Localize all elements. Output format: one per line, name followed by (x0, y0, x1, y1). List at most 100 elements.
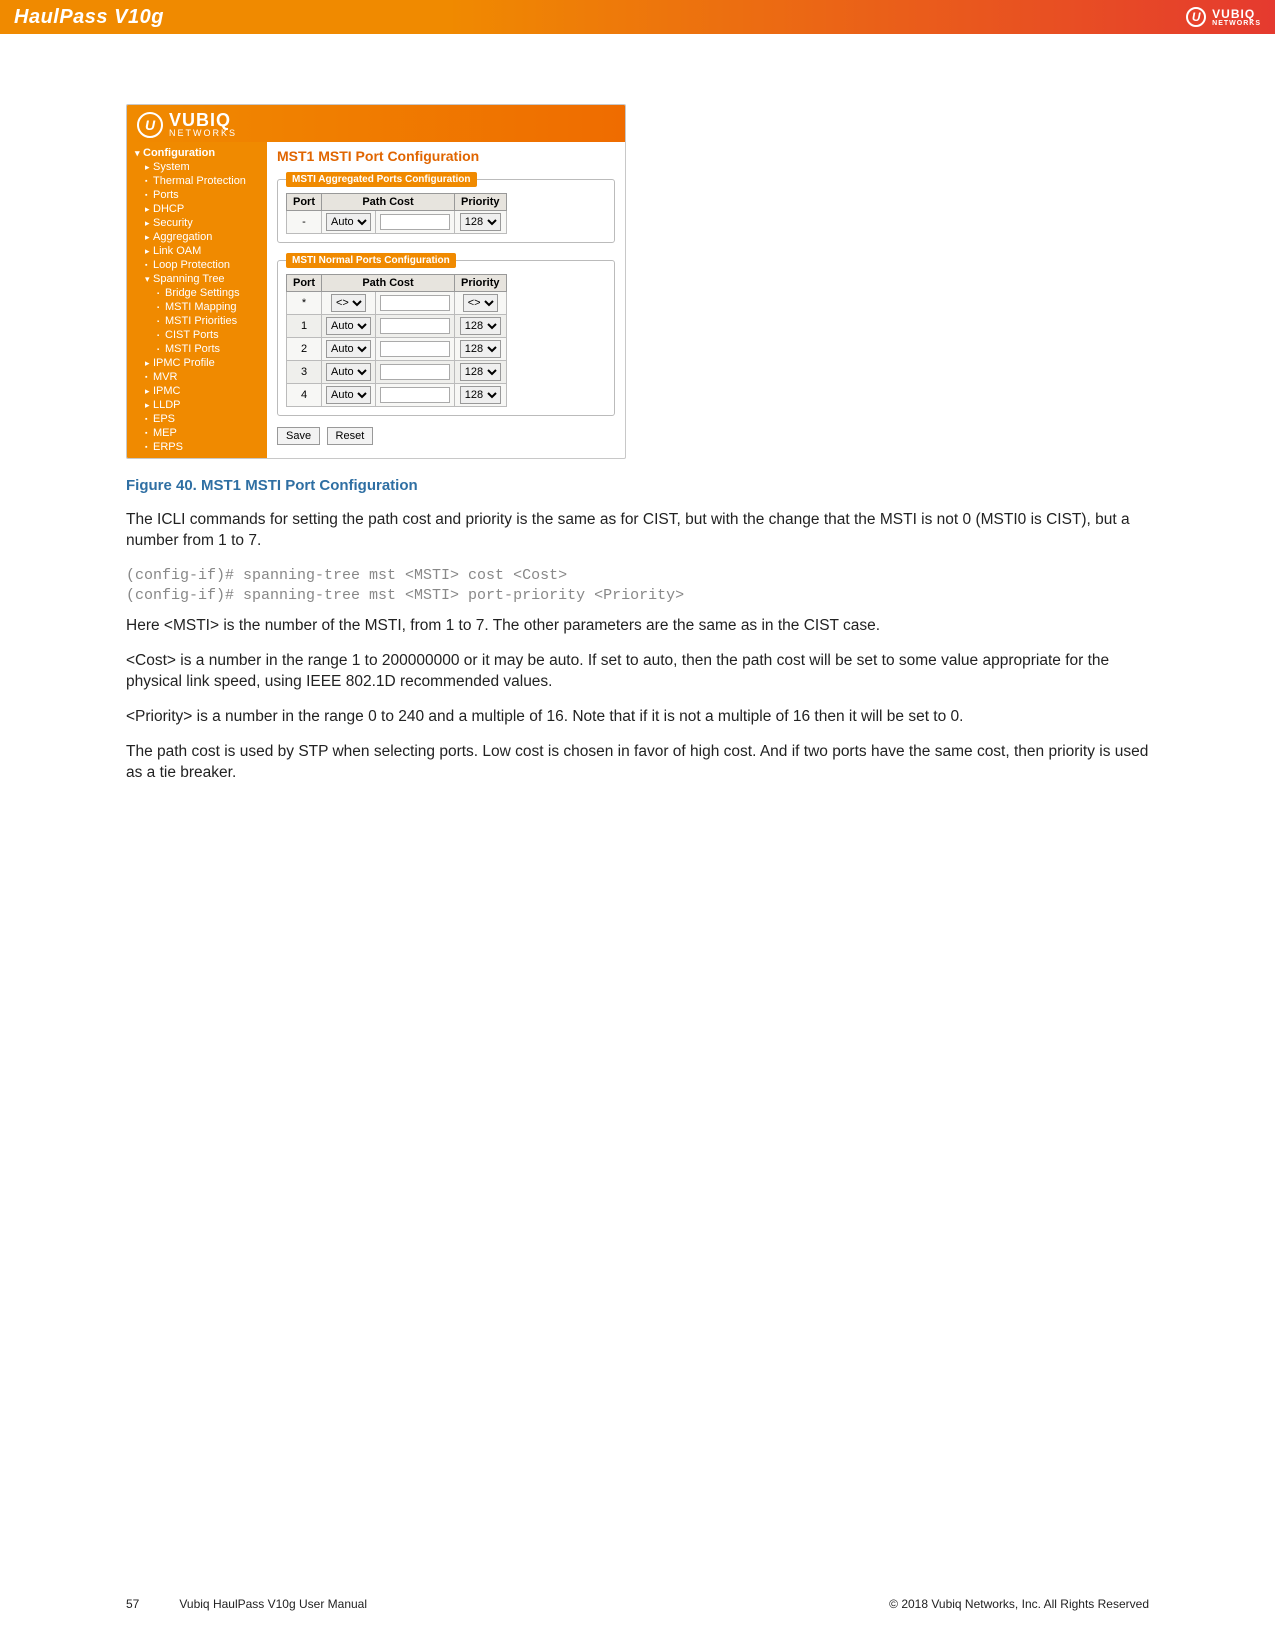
sidebar-item[interactable]: Configuration (131, 146, 263, 160)
sidebar-item[interactable]: IPMC (131, 384, 263, 398)
sidebar-item[interactable]: LLDP (131, 398, 263, 412)
logo-text-line2: NETWORKS (1212, 20, 1261, 27)
save-button[interactable]: Save (277, 427, 320, 445)
sidebar-item-label: EPS (153, 413, 175, 425)
port-cell: - (287, 211, 322, 234)
port-cell: 4 (287, 384, 322, 407)
pathcost-input[interactable] (380, 214, 450, 230)
priority-select[interactable]: 128 (460, 340, 501, 358)
sidebar-item-label: Aggregation (153, 231, 212, 243)
fieldset-normal: MSTI Normal Ports Configuration Port Pat… (277, 253, 615, 416)
pathcost-input[interactable] (380, 364, 450, 380)
sidebar-item-label: IPMC (153, 385, 181, 397)
bullet-icon (157, 330, 165, 340)
chevron-right-icon (145, 218, 153, 229)
sidebar-item[interactable]: DHCP (131, 202, 263, 216)
col-pathcost: Path Cost (322, 194, 455, 211)
paragraph: The ICLI commands for setting the path c… (126, 510, 1149, 552)
chevron-right-icon (145, 204, 153, 215)
sidebar-item[interactable]: System (131, 160, 263, 174)
vubiq-logo: U VUBIQ NETWORKS (1186, 7, 1261, 27)
sidebar-item-label: MSTI Ports (165, 343, 220, 355)
sidebar-item-label: Security (153, 217, 193, 229)
paragraph: <Cost> is a number in the range 1 to 200… (126, 651, 1149, 693)
sidebar-item[interactable]: Security (131, 216, 263, 230)
priority-select[interactable]: 128 (460, 386, 501, 404)
chevron-down-icon (135, 148, 143, 159)
code-block: (config-if)# spanning-tree mst <MSTI> co… (126, 566, 1149, 607)
paragraph: Here <MSTI> is the number of the MSTI, f… (126, 616, 1149, 637)
sidebar-item[interactable]: Bridge Settings (131, 286, 263, 300)
logo-icon: U (1186, 7, 1206, 27)
pathcost-select[interactable]: Auto (326, 340, 371, 358)
priority-cell: <> (455, 292, 507, 315)
sidebar-item[interactable]: MEP (131, 426, 263, 440)
chevron-right-icon (145, 232, 153, 243)
sidebar-item-label: DHCP (153, 203, 184, 215)
sidebar-item-label: Bridge Settings (165, 287, 240, 299)
sidebar-item[interactable]: Link OAM (131, 244, 263, 258)
pathcost-input[interactable] (380, 341, 450, 357)
priority-select[interactable]: 128 (460, 363, 501, 381)
priority-cell: 128 (455, 211, 507, 234)
pathcost-cell: Auto (322, 315, 376, 338)
bullet-icon (145, 414, 153, 424)
legend-normal: MSTI Normal Ports Configuration (286, 253, 456, 268)
pathcost-value-cell (376, 211, 455, 234)
sidebar-item[interactable]: MVR (131, 370, 263, 384)
sidebar-item[interactable]: Spanning Tree (131, 272, 263, 286)
sidebar-item[interactable]: Ports (131, 188, 263, 202)
table-row: 2Auto 128 (287, 338, 507, 361)
sidebar-item[interactable]: MSTI Mapping (131, 300, 263, 314)
sidebar-item[interactable]: Aggregation (131, 230, 263, 244)
sidebar-item-label: Thermal Protection (153, 175, 246, 187)
sidebar-item-label: MVR (153, 371, 177, 383)
sidebar-item-label: Configuration (143, 147, 215, 159)
priority-cell: 128 (455, 361, 507, 384)
chevron-right-icon (145, 246, 153, 257)
page-footer: 57 Vubiq HaulPass V10g User Manual © 201… (126, 1597, 1149, 1611)
pathcost-input[interactable] (380, 295, 450, 311)
sidebar-item-label: Spanning Tree (153, 273, 225, 285)
priority-select[interactable]: 128 (460, 213, 501, 231)
port-cell: * (287, 292, 322, 315)
document-body: The ICLI commands for setting the path c… (126, 510, 1149, 784)
pathcost-select[interactable]: Auto (326, 317, 371, 335)
sidebar-item-label: LLDP (153, 399, 181, 411)
sidebar-item[interactable]: CIST Ports (131, 328, 263, 342)
pathcost-input[interactable] (380, 387, 450, 403)
sidebar-item[interactable]: Thermal Protection (131, 174, 263, 188)
pathcost-input[interactable] (380, 318, 450, 334)
sidebar-item[interactable]: MSTI Priorities (131, 314, 263, 328)
col-port: Port (287, 275, 322, 292)
sidebar-item[interactable]: MSTI Ports (131, 342, 263, 356)
sidebar-item[interactable]: IPMC Profile (131, 356, 263, 370)
pathcost-cell: Auto (322, 384, 376, 407)
priority-select[interactable]: 128 (460, 317, 501, 335)
priority-select[interactable]: <> (463, 294, 498, 312)
bullet-icon (145, 260, 153, 270)
sidebar-item[interactable]: EPS (131, 412, 263, 426)
logo-text-line1: VUBIQ (1212, 8, 1261, 20)
priority-cell: 128 (455, 338, 507, 361)
chevron-down-icon (145, 274, 153, 285)
brand-topbar: HaulPass V10g U VUBIQ NETWORKS (0, 0, 1275, 34)
pathcost-select[interactable]: Auto (326, 386, 371, 404)
pathcost-select[interactable]: Auto (326, 363, 371, 381)
col-port: Port (287, 194, 322, 211)
reset-button[interactable]: Reset (327, 427, 374, 445)
col-priority: Priority (455, 275, 507, 292)
bullet-icon (157, 302, 165, 312)
sidebar-item-label: System (153, 161, 190, 173)
port-cell: 2 (287, 338, 322, 361)
pathcost-select[interactable]: <> (331, 294, 366, 312)
manual-title: Vubiq HaulPass V10g User Manual (179, 1597, 367, 1611)
chevron-right-icon (145, 386, 153, 397)
copyright: © 2018 Vubiq Networks, Inc. All Rights R… (889, 1597, 1149, 1611)
pathcost-select[interactable]: Auto (326, 213, 371, 231)
table-row: 4Auto 128 (287, 384, 507, 407)
sidebar-item[interactable]: Loop Protection (131, 258, 263, 272)
sidebar-item[interactable]: ERPS (131, 440, 263, 454)
paragraph: The path cost is used by STP when select… (126, 742, 1149, 784)
figure-caption: Figure 40. MST1 MSTI Port Configuration (126, 477, 1149, 494)
